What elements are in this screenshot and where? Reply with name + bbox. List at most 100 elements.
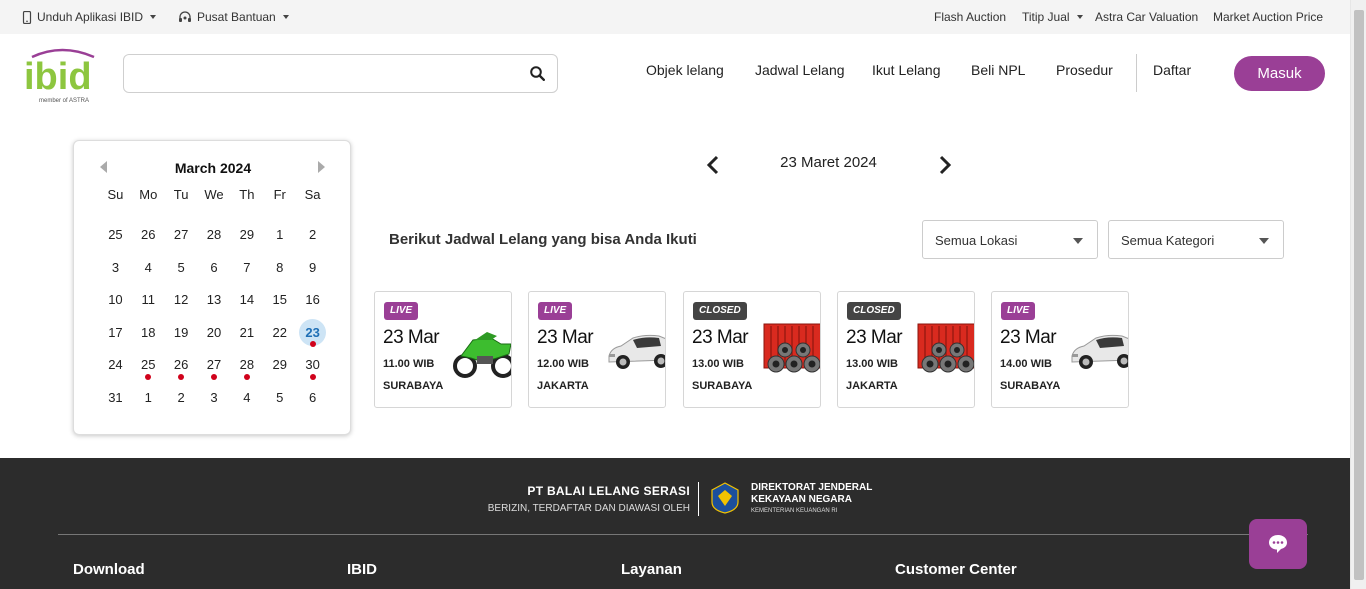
chevron-right-icon[interactable] <box>936 154 954 176</box>
footer: PT BALAI LELANG SERASI BERIZIN, TERDAFTA… <box>0 458 1350 589</box>
logo-mark: ibid member of ASTRA <box>24 48 95 104</box>
astra-car-valuation-label: Astra Car Valuation <box>1095 10 1199 24</box>
calendar-week-row: 17 18 19 20 21 22 23 <box>99 317 329 350</box>
nav-beli-npl[interactable]: Beli NPL <box>971 62 1025 78</box>
calendar-day[interactable]: 5 <box>263 384 296 412</box>
calendar-day[interactable]: 16 <box>296 286 329 314</box>
auction-location: SURABAYA <box>1000 380 1061 392</box>
calendar-day[interactable]: 24 <box>99 351 132 379</box>
titip-jual-label: Titip Jual <box>1022 10 1070 24</box>
auction-card[interactable]: LIVE 23 Mar 12.00 WIB JAKARTA <box>528 291 666 408</box>
calendar-day[interactable]: 28 <box>198 221 231 249</box>
auction-date: 23 Mar <box>383 327 440 348</box>
help-center-menu[interactable]: Pusat Bantuan <box>178 0 289 34</box>
calendar-day[interactable]: 1 <box>263 221 296 249</box>
page-scrollbar[interactable] <box>1350 0 1366 589</box>
calendar-day[interactable]: 18 <box>132 319 165 347</box>
calendar-day[interactable]: 2 <box>165 384 198 412</box>
weekday-label: Tu <box>173 187 189 202</box>
astra-car-valuation-link[interactable]: Astra Car Valuation <box>1095 0 1198 34</box>
ibid-logo[interactable]: ibid member of ASTRA <box>22 47 104 105</box>
footer-col-ibid: IBID <box>347 561 377 578</box>
auction-time: 13.00 WIB <box>846 358 898 370</box>
auction-card[interactable]: LIVE 23 Mar 11.00 WIB SURABAYA <box>374 291 512 408</box>
flash-auction-link[interactable]: Flash Auction <box>934 0 1006 34</box>
calendar-day[interactable]: 6 <box>296 384 329 412</box>
calendar-day[interactable]: 10 <box>99 286 132 314</box>
location-filter[interactable]: Semua Lokasi <box>922 220 1098 259</box>
weekday-label: Mo <box>139 187 158 202</box>
search-box[interactable] <box>123 54 558 93</box>
search-input[interactable] <box>134 63 524 85</box>
calendar-day[interactable]: 25 <box>99 221 132 249</box>
auction-time: 14.00 WIB <box>1000 358 1052 370</box>
calendar-day[interactable]: 27 <box>165 221 198 249</box>
nav-prosedur[interactable]: Prosedur <box>1056 62 1113 78</box>
calendar-day[interactable]: 1 <box>132 384 165 412</box>
chevron-left-icon[interactable] <box>704 154 722 176</box>
weekday-label: Th <box>239 187 255 202</box>
market-auction-price-link[interactable]: Market Auction Price <box>1213 0 1323 34</box>
calendar-day[interactable]: 27 <box>198 351 231 381</box>
calendar-day[interactable]: 19 <box>165 319 198 347</box>
calendar-day[interactable]: 30 <box>296 351 329 381</box>
category-filter[interactable]: Semua Kategori <box>1108 220 1284 259</box>
calendar-day[interactable]: 3 <box>99 254 132 282</box>
calendar-day[interactable]: 11 <box>132 286 165 314</box>
calendar-day[interactable]: 15 <box>263 286 296 314</box>
download-app-menu[interactable]: Unduh Aplikasi IBID <box>22 0 157 34</box>
calendar-day[interactable]: 2 <box>296 221 329 249</box>
auction-time: 12.00 WIB <box>537 358 589 370</box>
location-filter-value: Semua Lokasi <box>935 233 1018 248</box>
car-image <box>607 318 665 380</box>
calendar-day[interactable]: 26 <box>165 351 198 381</box>
chat-button[interactable] <box>1249 519 1307 569</box>
nav-divider <box>1136 54 1137 92</box>
nav-jadwal-lelang[interactable]: Jadwal Lelang <box>755 62 845 78</box>
calendar-day[interactable]: 4 <box>230 384 263 412</box>
calendar-next-icon[interactable] <box>318 161 325 173</box>
calendar-day[interactable]: 26 <box>132 221 165 249</box>
auction-card[interactable]: CLOSED 23 Mar 13.00 WIB SURABAYA <box>683 291 821 408</box>
calendar-day[interactable]: 29 <box>263 351 296 379</box>
calendar-day[interactable]: 21 <box>230 319 263 347</box>
calendar-day[interactable]: 28 <box>230 351 263 381</box>
calendar-day[interactable]: 31 <box>99 384 132 412</box>
calendar-day[interactable]: 17 <box>99 319 132 347</box>
calendar-day[interactable]: 6 <box>198 254 231 282</box>
category-filter-value: Semua Kategori <box>1121 233 1215 248</box>
login-button[interactable]: Masuk <box>1234 56 1325 91</box>
calendar-day[interactable]: 25 <box>132 351 165 381</box>
nav-objek-lelang[interactable]: Objek lelang <box>646 62 724 78</box>
calendar-day[interactable]: 7 <box>230 254 263 282</box>
calendar-day[interactable]: 4 <box>132 254 165 282</box>
download-app-label: Unduh Aplikasi IBID <box>37 10 144 24</box>
calendar-day[interactable]: 13 <box>198 286 231 314</box>
market-auction-price-label: Market Auction Price <box>1213 10 1324 24</box>
auction-card[interactable]: CLOSED 23 Mar 13.00 WIB JAKARTA <box>837 291 975 408</box>
calendar-day[interactable]: 9 <box>296 254 329 282</box>
chevron-down-icon <box>150 15 157 19</box>
auction-card[interactable]: LIVE 23 Mar 14.00 WIB SURABAYA <box>991 291 1129 408</box>
calendar-day[interactable]: 5 <box>165 254 198 282</box>
calendar-day[interactable]: 22 <box>263 319 296 347</box>
auction-location: SURABAYA <box>692 380 753 392</box>
regulator-name: DIREKTORAT JENDERAL KEKAYAAN NEGARA <box>751 482 881 506</box>
scrollbar-thumb[interactable] <box>1354 10 1364 580</box>
current-date: 23 Maret 2024 <box>780 154 877 171</box>
calendar-day[interactable]: 14 <box>230 286 263 314</box>
djkn-emblem-icon <box>711 482 739 514</box>
calendar-day[interactable]: 8 <box>263 254 296 282</box>
titip-jual-menu[interactable]: Titip Jual <box>1022 0 1083 34</box>
calendar-day[interactable]: 23 <box>299 319 327 348</box>
phone-icon <box>22 10 32 24</box>
auction-date: 23 Mar <box>846 327 903 348</box>
calendar-day[interactable]: 12 <box>165 286 198 314</box>
calendar-day[interactable]: 3 <box>198 384 231 412</box>
search-icon[interactable] <box>530 66 545 81</box>
nav-ikut-lelang[interactable]: Ikut Lelang <box>872 62 941 78</box>
flash-auction-label: Flash Auction <box>934 10 1007 24</box>
calendar-day[interactable]: 20 <box>198 319 231 347</box>
calendar-day[interactable]: 29 <box>230 221 263 249</box>
register-link[interactable]: Daftar <box>1153 62 1191 78</box>
